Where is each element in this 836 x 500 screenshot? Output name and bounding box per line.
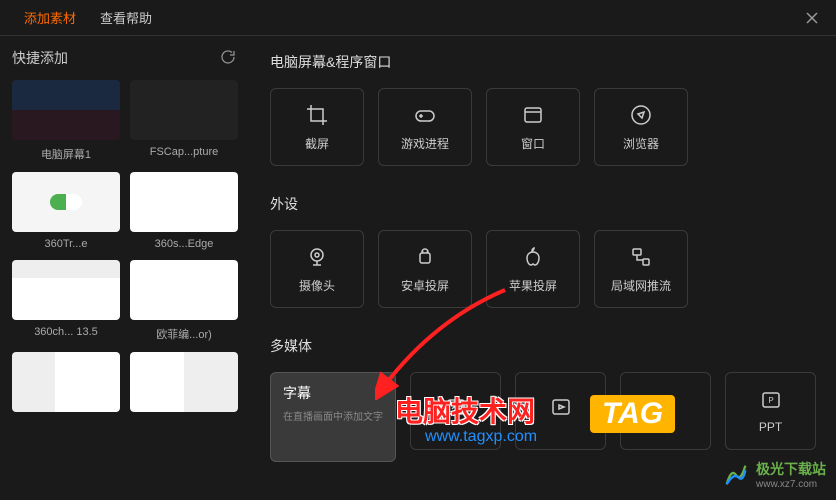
- sidebar: 快捷添加 电脑屏幕1 FSCap...pture 360Tr...e 360s.…: [0, 36, 250, 500]
- thumbnail: [130, 80, 238, 140]
- card-lan[interactable]: 局域网推流: [594, 230, 688, 308]
- tab-help[interactable]: 查看帮助: [88, 8, 164, 27]
- section-title-peripheral: 外设: [270, 194, 816, 214]
- section-title-screen: 电脑屏幕&程序窗口: [270, 52, 816, 72]
- thumbnail: [12, 260, 120, 320]
- card-label: 局域网推流: [611, 277, 671, 294]
- card-label: 安卓投屏: [401, 277, 449, 294]
- card-media-1[interactable]: [410, 372, 501, 450]
- thumbnail: [130, 260, 238, 320]
- content-area: 电脑屏幕&程序窗口 截屏 游戏进程 窗口 浏览器 外设 摄像头: [250, 36, 836, 500]
- card-media-2[interactable]: [515, 372, 606, 450]
- card-label: 游戏进程: [401, 135, 449, 152]
- thumb-label: FSCap...pture: [130, 146, 238, 158]
- quick-item[interactable]: 电脑屏幕1: [12, 80, 120, 162]
- card-label: 摄像头: [299, 277, 335, 294]
- refresh-button[interactable]: [220, 49, 238, 67]
- thumbnail: [12, 172, 120, 232]
- play-icon: [654, 395, 678, 419]
- card-apple[interactable]: 苹果投屏: [486, 230, 580, 308]
- thumbnail: [12, 80, 120, 140]
- card-camera[interactable]: 摄像头: [270, 230, 364, 308]
- card-subtitle[interactable]: 字幕 在直播画面中添加文字: [270, 372, 396, 462]
- quick-item[interactable]: FSCap...pture: [130, 80, 238, 162]
- tab-add-material[interactable]: 添加素材: [12, 8, 88, 27]
- video-icon: [549, 395, 573, 419]
- card-label: 窗口: [521, 135, 545, 152]
- quick-item[interactable]: 360s...Edge: [130, 172, 238, 250]
- close-icon: [806, 12, 818, 24]
- thumbnail: [12, 352, 120, 412]
- card-label: 浏览器: [623, 135, 659, 152]
- card-media-3[interactable]: [620, 372, 711, 450]
- thumbnail: [130, 172, 238, 232]
- thumb-label: 360s...Edge: [130, 238, 238, 250]
- quick-item[interactable]: 360Tr...e: [12, 172, 120, 250]
- refresh-icon: [220, 49, 236, 65]
- thumb-label: 欧菲编...or): [130, 326, 238, 342]
- thumb-label: 360ch... 13.5: [12, 326, 120, 338]
- compass-icon: [629, 103, 653, 127]
- card-android[interactable]: 安卓投屏: [378, 230, 472, 308]
- section-title-multimedia: 多媒体: [270, 336, 816, 356]
- card-browser[interactable]: 浏览器: [594, 88, 688, 166]
- card-screenshot[interactable]: 截屏: [270, 88, 364, 166]
- quick-item[interactable]: 欧菲编...or): [130, 260, 238, 342]
- thumbnail: [130, 352, 238, 412]
- card-game[interactable]: 游戏进程: [378, 88, 472, 166]
- svg-text:P: P: [768, 396, 773, 405]
- sidebar-title: 快捷添加: [12, 48, 68, 68]
- crop-icon: [305, 103, 329, 127]
- ppt-icon: P: [759, 388, 783, 412]
- card-label: 字幕: [283, 383, 311, 403]
- quick-item[interactable]: 360ch... 13.5: [12, 260, 120, 342]
- gamepad-icon: [413, 103, 437, 127]
- android-icon: [413, 245, 437, 269]
- card-label: 苹果投屏: [509, 277, 557, 294]
- chart-icon: [444, 395, 468, 419]
- quick-item[interactable]: [12, 352, 120, 418]
- thumb-label: 电脑屏幕1: [12, 146, 120, 162]
- window-icon: [521, 103, 545, 127]
- webcam-icon: [305, 245, 329, 269]
- card-desc: 在直播画面中添加文字: [283, 411, 383, 425]
- quick-item[interactable]: [130, 352, 238, 418]
- apple-icon: [521, 245, 545, 269]
- network-icon: [629, 245, 653, 269]
- card-ppt[interactable]: P PPT: [725, 372, 816, 450]
- thumb-label: 360Tr...e: [12, 238, 120, 250]
- close-button[interactable]: [800, 6, 824, 30]
- card-label: PPT: [759, 420, 782, 434]
- card-label: 截屏: [305, 135, 329, 152]
- card-window[interactable]: 窗口: [486, 88, 580, 166]
